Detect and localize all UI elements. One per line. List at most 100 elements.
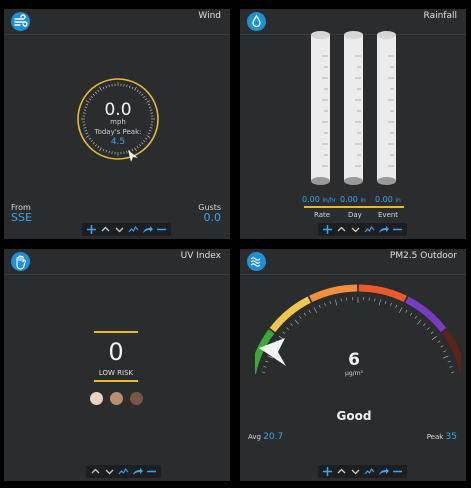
skin-tone-dark [130,392,143,405]
pm25-title: PM2.5 Outdoor [389,251,457,261]
rain-day-label: Day [348,211,362,219]
gauge-tick [399,307,403,313]
rain-rate-value: 0.00 [302,195,320,204]
gauge-tick [410,312,413,316]
rain-rate-underline [304,206,338,208]
wind-peak-label: Today's Peak: [94,128,142,136]
chart-icon[interactable] [118,466,129,477]
wind-tile-header: Wind [4,9,230,35]
compass-tick [131,86,134,90]
uv-toolbar [86,465,161,478]
gauge-tick [443,350,447,353]
chevron-up-icon[interactable] [100,224,111,235]
wind-toolbar [82,223,171,236]
gauge-tick [405,309,408,313]
compass-tick [134,86,137,91]
gauge-tick [340,298,342,302]
remove-icon[interactable] [392,224,403,235]
share-icon[interactable] [132,466,143,477]
chevron-up-icon[interactable] [90,466,101,477]
chevron-down-icon[interactable] [114,224,125,235]
share-icon[interactable] [142,224,153,235]
waves-icon [247,252,266,271]
hand-icon [11,252,30,271]
gauge-tick [437,340,441,343]
rain-event-value: 0.00 [375,195,393,204]
compass-tick [99,147,102,152]
rainfall-title: Rainfall [423,11,457,21]
chart-icon[interactable] [364,466,375,477]
gauge-tick [427,327,430,330]
wind-tile: Wind 0.0 mph Today's Peak: 4.5 From SSE … [4,9,230,239]
rain-event-label: Event [378,211,399,219]
gauge-tick [265,360,269,363]
pm25-quality: Good [336,409,372,423]
gauge-tick [395,304,398,308]
chart-icon[interactable] [364,224,375,235]
gauge-tick [440,345,444,348]
chevron-down-icon[interactable] [350,224,361,235]
rain-rate-gauge [311,31,330,185]
wind-gusts-value: 0.0 [203,211,222,224]
chevron-up-icon[interactable] [336,466,347,477]
gauge-tick [447,360,451,363]
gauge-tick [431,335,438,341]
add-icon[interactable] [86,224,97,235]
gauge-tick [282,331,286,334]
chevron-up-icon[interactable] [336,224,347,235]
pm25-avg-value: 20.7 [263,432,284,442]
compass-tick [105,85,107,89]
share-icon[interactable] [378,466,389,477]
rain-event-gauge [377,31,396,185]
gauge-tick [378,299,381,306]
remove-icon[interactable] [392,466,403,477]
gauge-tick [423,323,426,326]
compass-tick [102,86,105,90]
rain-day-value: 0.00 [340,195,358,204]
compass-tick [108,84,110,88]
uv-value: 0 [108,338,124,366]
compass-tick [136,89,139,93]
rain-event-reading: 0.00 in [375,195,401,204]
wind-icon [11,12,30,31]
gauge-tick [286,327,289,330]
compass-tick [97,89,100,93]
remove-icon[interactable] [156,224,167,235]
uv-risk-label: LOW RISK [98,369,134,377]
rainfall-tile: Rainfall 0.00 in/hr 0.00 in 0.00 in Rate… [240,9,466,239]
rain-rate-unit: in/hr [322,197,337,204]
add-icon[interactable] [322,224,333,235]
chevron-down-icon[interactable] [104,466,115,477]
aqi-moderate-segment [269,296,311,333]
compass-tick [99,86,102,91]
compass-tick [105,149,107,153]
gauge-tick [390,302,392,306]
chevron-down-icon[interactable] [350,466,361,477]
gauge-tick [417,319,422,325]
pm25-tile: PM2.5 Outdoor 6 µg/m³ Good Avg 20.7 Peak… [240,249,466,481]
wind-direction-arrow-icon [128,150,138,162]
gauge-tick [451,371,455,373]
gauge-tick [374,298,376,302]
wind-from-value: SSE [11,211,32,224]
compass-tick [143,95,146,99]
gauge-tick [261,371,265,373]
share-icon[interactable] [378,224,389,235]
uv-top-line [94,331,138,333]
chart-icon[interactable] [128,224,139,235]
compass-tick [126,84,128,88]
compass-tick [94,91,98,94]
compass-tick [138,91,142,94]
compass-tick [90,95,93,99]
pm25-tile-header: PM2.5 Outdoor [240,249,466,275]
aqi-hazardous-segment [441,329,461,374]
pm25-peak-value: 35 [445,432,457,442]
gauge-tick [308,309,311,313]
add-icon[interactable] [322,466,333,477]
gauge-tick [303,312,306,316]
gauge-tick [329,300,332,305]
skin-tone-medium [110,392,123,405]
aqi-very-unhealthy-segment [405,296,447,333]
aqi-unhealthy-segment [358,284,407,303]
remove-icon[interactable] [146,466,157,477]
